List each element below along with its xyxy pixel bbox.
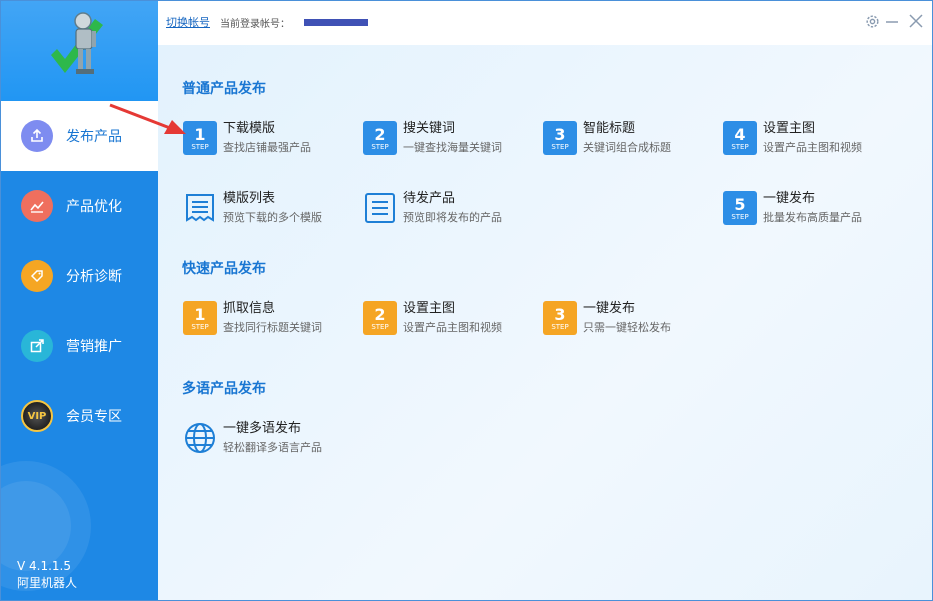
step-label: STEP <box>731 212 749 221</box>
share-icon <box>21 330 53 362</box>
tile-title: 待发产品 <box>403 191 456 206</box>
switch-account-link[interactable]: 切换帐号 <box>166 14 210 30</box>
step-label: STEP <box>731 142 749 151</box>
sidebar-item-label: 产品优化 <box>66 199 122 215</box>
step-number: 4 <box>734 124 746 144</box>
main-content: 普通产品发布 1 STEP 下载模版 查找店铺最强产品 2 STEP 搜关键词 一键查找… <box>158 45 932 600</box>
tile-search-keywords[interactable]: 2 STEP 搜关键词一键查找海量关键词 <box>363 121 502 156</box>
section-title-multilang-publish: 多语产品发布 <box>182 381 266 397</box>
tile-title: 一键发布 <box>583 301 636 316</box>
tile-desc: 设置产品主图和视频 <box>403 321 502 334</box>
step-badge: 2 STEP <box>363 121 397 155</box>
tile-fetch-info[interactable]: 1 STEP 抓取信息查找同行标题关键词 <box>183 301 322 336</box>
tile-desc: 关键词组合成标题 <box>583 141 671 154</box>
vip-icon: VIP <box>21 400 53 432</box>
step-label: STEP <box>371 142 389 151</box>
step-badge: 3 STEP <box>543 301 577 335</box>
tile-desc: 预览即将发布的产品 <box>403 211 502 224</box>
tile-title: 下载模版 <box>223 121 276 136</box>
tile-title: 一键发布 <box>763 191 816 206</box>
tile-set-main-image[interactable]: 4 STEP 设置主图设置产品主图和视频 <box>723 121 862 156</box>
step-number: 1 <box>194 304 206 324</box>
logo-area <box>1 1 158 101</box>
login-account-redacted <box>304 19 368 26</box>
sidebar-item-vip[interactable]: VIP 会员专区 <box>1 381 158 451</box>
step-label: STEP <box>371 322 389 331</box>
sidebar-item-label: 会员专区 <box>66 409 122 425</box>
tile-one-click-publish[interactable]: 5 STEP 一键发布批量发布高质量产品 <box>723 191 862 226</box>
step-number: 1 <box>194 124 206 144</box>
tile-quick-set-main-image[interactable]: 2 STEP 设置主图设置产品主图和视频 <box>363 301 502 336</box>
step-badge: 4 STEP <box>723 121 757 155</box>
tile-template-list[interactable]: 模版列表预览下载的多个模版 <box>183 191 322 226</box>
section-title-quick-publish: 快速产品发布 <box>182 261 266 277</box>
close-button[interactable] <box>906 11 926 31</box>
tile-download-template[interactable]: 1 STEP 下载模版查找店铺最强产品 <box>183 121 311 156</box>
step-label: STEP <box>191 322 209 331</box>
tile-title: 智能标题 <box>583 121 636 136</box>
tile-title: 设置主图 <box>763 121 816 136</box>
chart-icon <box>21 190 53 222</box>
sidebar-item-label: 营销推广 <box>66 339 122 355</box>
step-label: STEP <box>551 142 569 151</box>
step-number: 2 <box>374 304 386 324</box>
tile-title: 一键多语发布 <box>223 421 302 436</box>
tile-quick-publish[interactable]: 3 STEP 一键发布只需一键轻松发布 <box>543 301 671 336</box>
step-badge: 1 STEP <box>183 301 217 335</box>
globe-icon <box>183 421 217 455</box>
step-label: STEP <box>551 322 569 331</box>
tile-desc: 轻松翻译多语言产品 <box>223 441 322 454</box>
title-bar: 切换帐号 当前登录帐号： <box>158 1 932 45</box>
upload-icon <box>21 120 53 152</box>
close-icon <box>909 14 923 28</box>
step-number: 5 <box>734 194 746 214</box>
tile-desc: 查找店铺最强产品 <box>223 141 311 154</box>
sidebar-item-analysis[interactable]: 分析诊断 <box>1 241 158 311</box>
tile-title: 搜关键词 <box>403 121 456 136</box>
tile-title: 设置主图 <box>403 301 456 316</box>
step-number: 3 <box>554 124 566 144</box>
minimize-button[interactable] <box>882 11 902 31</box>
tile-multilang-publish[interactable]: 一键多语发布轻松翻译多语言产品 <box>183 421 322 456</box>
version-info: V 4.1.1.5 阿里机器人 <box>17 558 77 592</box>
step-number: 2 <box>374 124 386 144</box>
gear-icon <box>865 14 879 28</box>
step-label: STEP <box>191 142 209 151</box>
sidebar-item-optimize[interactable]: 产品优化 <box>1 171 158 241</box>
settings-button[interactable] <box>862 11 882 31</box>
tag-icon <box>21 260 53 292</box>
section-title-normal-publish: 普通产品发布 <box>182 81 266 97</box>
tile-desc: 一键查找海量关键词 <box>403 141 502 154</box>
tile-title: 抓取信息 <box>223 301 276 316</box>
pending-list-icon <box>363 191 397 225</box>
step-badge: 5 STEP <box>723 191 757 225</box>
tile-desc: 设置产品主图和视频 <box>763 141 862 154</box>
template-list-icon <box>183 191 217 225</box>
step-badge: 3 STEP <box>543 121 577 155</box>
tile-desc: 批量发布高质量产品 <box>763 211 862 224</box>
tile-desc: 查找同行标题关键词 <box>223 321 322 334</box>
tile-smart-title[interactable]: 3 STEP 智能标题关键词组合成标题 <box>543 121 671 156</box>
step-badge: 2 STEP <box>363 301 397 335</box>
red-arrow-annotation <box>109 103 186 134</box>
sidebar: 发布产品 产品优化 分析诊断 营销推广 VIP 会员专区 V 4.1.1.5 阿… <box>1 1 158 600</box>
minimize-icon <box>886 21 898 23</box>
login-account-label: 当前登录帐号： <box>220 19 290 30</box>
tile-pending-products[interactable]: 待发产品预览即将发布的产品 <box>363 191 502 226</box>
tile-desc: 只需一键轻松发布 <box>583 321 671 334</box>
sidebar-item-label: 分析诊断 <box>66 269 122 285</box>
version-number: V 4.1.1.5 <box>17 559 72 573</box>
sidebar-nav: 发布产品 产品优化 分析诊断 营销推广 VIP 会员专区 <box>1 101 158 451</box>
tile-desc: 预览下载的多个模版 <box>223 211 322 224</box>
sidebar-item-marketing[interactable]: 营销推广 <box>1 311 158 381</box>
tile-title: 模版列表 <box>223 191 276 206</box>
app-name: 阿里机器人 <box>17 576 78 590</box>
step-number: 3 <box>554 304 566 324</box>
app-window: 发布产品 产品优化 分析诊断 营销推广 VIP 会员专区 V 4.1.1.5 阿… <box>0 0 933 601</box>
robot-logo-icon <box>51 12 103 74</box>
